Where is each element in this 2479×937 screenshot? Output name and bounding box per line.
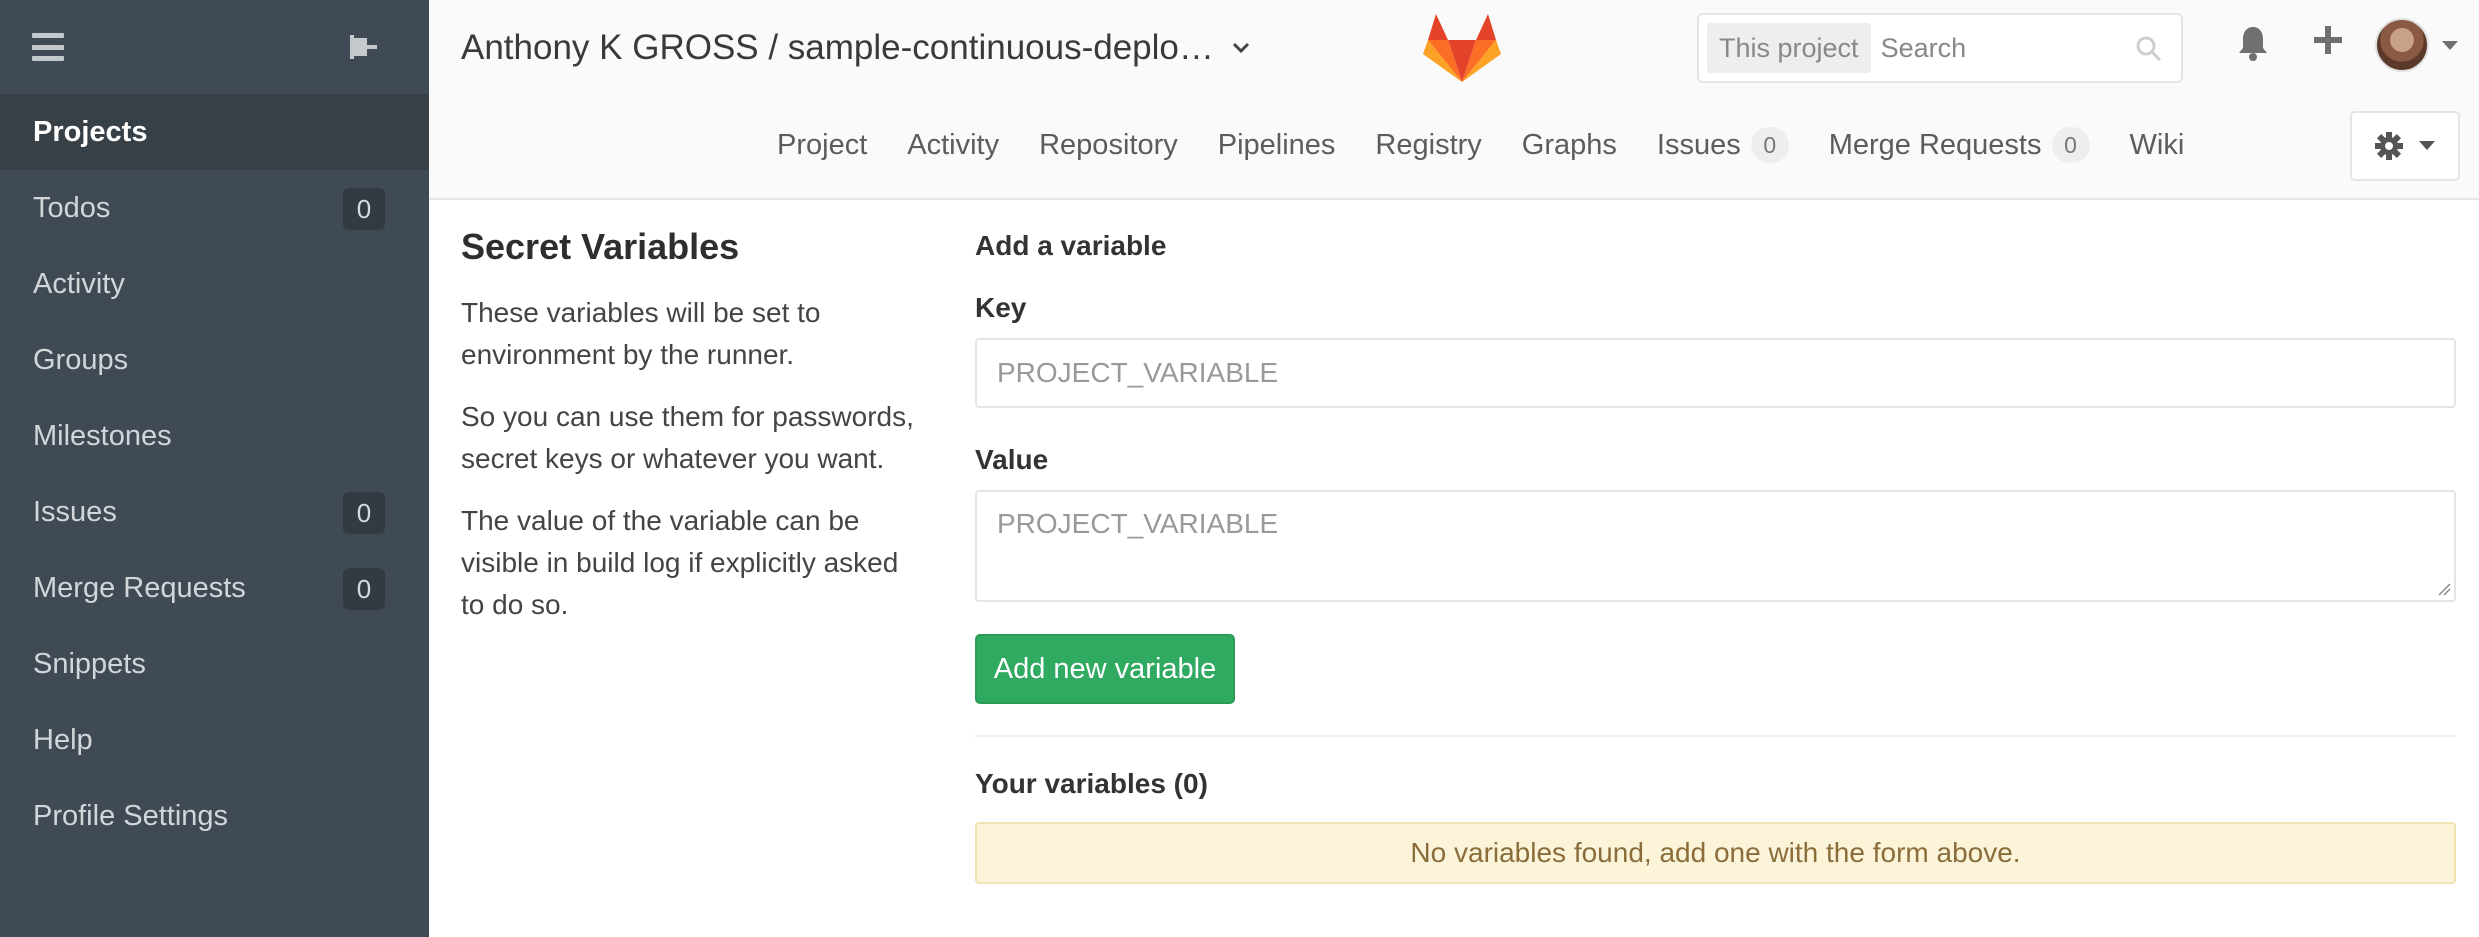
- value-label: Value: [975, 444, 1049, 475]
- sidebar-top: [0, 0, 429, 94]
- merge-requests-count-badge: 0: [343, 568, 385, 610]
- project-settings-button[interactable]: [2350, 111, 2460, 181]
- key-input[interactable]: [975, 338, 2456, 408]
- tab-label: Activity: [907, 128, 1000, 161]
- gear-icon: [2375, 132, 2403, 160]
- tab-label: Issues: [1656, 128, 1741, 161]
- sidebar-item-todos[interactable]: Todos 0: [0, 170, 429, 246]
- tab-project[interactable]: Project: [777, 129, 867, 162]
- tab-registry[interactable]: Registry: [1375, 129, 1481, 162]
- sidebar-item-snippets[interactable]: Snippets: [0, 626, 429, 702]
- value-textarea[interactable]: [975, 490, 2456, 602]
- sidebar-item-milestones[interactable]: Milestones: [0, 398, 429, 474]
- issues-count-badge: 0: [343, 492, 385, 534]
- sidebar-item-activity[interactable]: Activity: [0, 246, 429, 322]
- plus-icon[interactable]: [2312, 24, 2344, 56]
- description-paragraph: So you can use them for passwords, secre…: [461, 401, 914, 474]
- sidebar: Projects Todos 0 Activity Groups Milesto…: [0, 0, 429, 937]
- sidebar-item-profile-settings[interactable]: Profile Settings: [0, 778, 429, 854]
- search-scope-label[interactable]: This project: [1707, 23, 1871, 73]
- search-input[interactable]: [1880, 32, 2141, 64]
- form-heading: Add a variable: [975, 230, 1167, 261]
- header: Anthony K GROSS / sample-continuous-depl…: [429, 0, 2479, 200]
- tab-label: Wiki: [2129, 128, 2185, 161]
- sidebar-item-label: Issues: [33, 495, 117, 528]
- section-title: Secret Variables: [461, 226, 740, 267]
- sidebar-item-label: Todos: [33, 191, 111, 224]
- sidebar-item-merge-requests[interactable]: Merge Requests 0: [0, 550, 429, 626]
- tab-label: Project: [777, 128, 868, 161]
- key-label: Key: [975, 292, 1027, 323]
- sidebar-item-label: Merge Requests: [33, 571, 246, 604]
- merge-requests-tab-badge: 0: [2051, 127, 2090, 163]
- empty-variables-message: No variables found, add one with the for…: [975, 822, 2456, 884]
- sidebar-item-label: Snippets: [33, 647, 146, 680]
- search-box: This project: [1697, 13, 2183, 83]
- hamburger-menu-icon[interactable]: [32, 33, 64, 61]
- project-tabs: Project Activity Repository Pipelines Re…: [777, 118, 2224, 172]
- tab-wiki[interactable]: Wiki: [2130, 129, 2185, 162]
- app: Projects Todos 0 Activity Groups Milesto…: [0, 0, 2479, 937]
- sidebar-nav: Projects Todos 0 Activity Groups Milesto…: [0, 94, 429, 854]
- sidebar-item-label: Milestones: [33, 419, 172, 452]
- add-new-variable-button[interactable]: Add new variable: [975, 634, 1235, 704]
- your-variables-heading: Your variables (0): [975, 768, 1208, 799]
- project-title[interactable]: Anthony K GROSS / sample-continuous-depl…: [461, 28, 1214, 68]
- tab-activity[interactable]: Activity: [907, 129, 999, 162]
- description-paragraph: The value of the variable can be visible…: [461, 505, 899, 620]
- divider: [975, 735, 2456, 737]
- sidebar-item-label: Profile Settings: [33, 799, 229, 832]
- sidebar-item-label: Activity: [33, 267, 125, 300]
- search-icon: [2136, 36, 2162, 62]
- tab-label: Repository: [1039, 128, 1178, 161]
- sidebar-item-label: Projects: [33, 115, 148, 148]
- bell-icon[interactable]: [2236, 24, 2270, 62]
- sidebar-item-projects[interactable]: Projects: [0, 94, 429, 170]
- issues-tab-badge: 0: [1750, 127, 1789, 163]
- project-title-row: Anthony K GROSS / sample-continuous-depl…: [461, 22, 1250, 74]
- tab-label: Graphs: [1521, 128, 1617, 161]
- sidebar-item-label: Help: [33, 723, 93, 756]
- caret-down-icon: [2419, 141, 2435, 150]
- tab-pipelines[interactable]: Pipelines: [1218, 129, 1336, 162]
- resize-handle-icon[interactable]: [2437, 582, 2451, 596]
- chevron-down-icon[interactable]: [1232, 42, 1250, 54]
- sidebar-item-help[interactable]: Help: [0, 702, 429, 778]
- caret-down-icon[interactable]: [2441, 40, 2459, 52]
- sidebar-item-issues[interactable]: Issues 0: [0, 474, 429, 550]
- tab-repository[interactable]: Repository: [1039, 129, 1178, 162]
- tab-label: Registry: [1375, 128, 1482, 161]
- gitlab-logo-icon[interactable]: [1422, 10, 1502, 84]
- secret-variables-description: Secret Variables These variables will be…: [461, 226, 921, 646]
- tab-graphs[interactable]: Graphs: [1522, 129, 1617, 162]
- avatar[interactable]: [2375, 18, 2429, 72]
- pin-icon[interactable]: [345, 32, 379, 62]
- todos-count-badge: 0: [343, 188, 385, 230]
- tab-issues[interactable]: Issues 0: [1657, 127, 1789, 163]
- tab-label: Merge Requests: [1828, 128, 2042, 161]
- tab-label: Pipelines: [1217, 128, 1336, 161]
- tab-merge-requests[interactable]: Merge Requests 0: [1829, 127, 2090, 163]
- sidebar-item-label: Groups: [33, 343, 129, 376]
- sidebar-item-groups[interactable]: Groups: [0, 322, 429, 398]
- description-paragraph: These variables will be set to environme…: [461, 297, 821, 370]
